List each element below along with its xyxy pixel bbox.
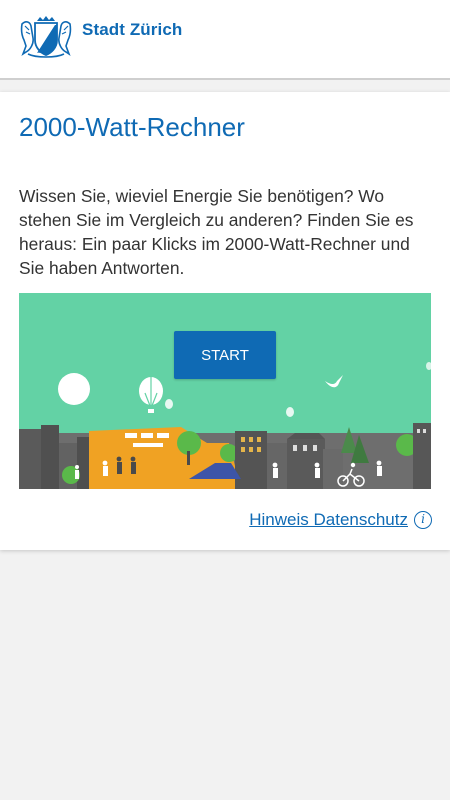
intro-text: Wissen Sie, wieviel Energie Sie benötige… [19, 186, 414, 278]
privacy-link[interactable]: Hinweis Datenschutz i [249, 510, 432, 530]
city-illustration [19, 293, 431, 489]
privacy-link-label[interactable]: Hinweis Datenschutz [249, 510, 408, 530]
header: Stadt Zürich [0, 0, 450, 80]
page-title: 2000-Watt-Rechner [19, 112, 245, 142]
info-icon[interactable]: i [414, 511, 432, 529]
brand-name[interactable]: Stadt Zürich [82, 20, 182, 40]
zurich-coat-of-arms-icon [20, 16, 72, 58]
start-button[interactable]: START [174, 331, 276, 379]
